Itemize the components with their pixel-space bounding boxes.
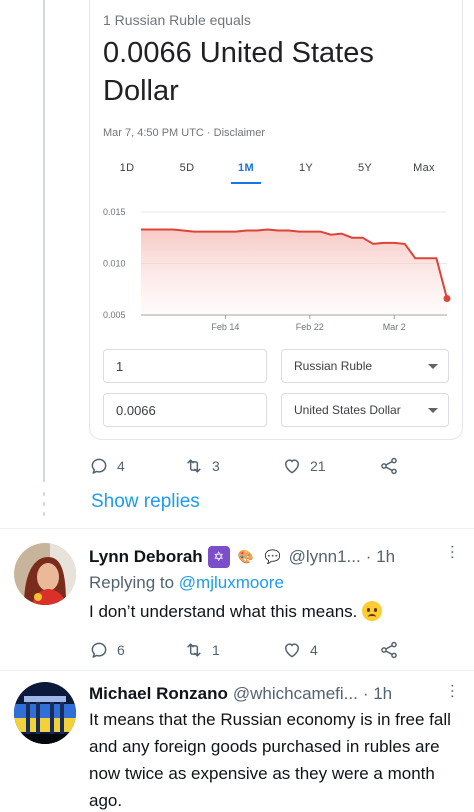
avatar-image xyxy=(14,682,76,744)
worried-face-icon xyxy=(362,601,383,621)
thread-ellipsis-connector xyxy=(41,492,47,516)
active-tab-indicator xyxy=(231,182,261,184)
tweet-divider xyxy=(0,528,474,529)
dropdown-caret-icon xyxy=(428,408,438,413)
converted-value: 0.0066 United States Dollar xyxy=(103,37,374,107)
tweet-divider xyxy=(0,670,474,671)
like-count: 4 xyxy=(310,642,318,658)
replying-to-line: Replying to @mjluxmoore xyxy=(89,573,284,593)
retweet-button[interactable]: 3 xyxy=(184,452,220,480)
series-end-point xyxy=(443,295,451,303)
reply-count: 6 xyxy=(117,642,125,658)
exchange-rate-chart: 0.015 0.010 0.005 Feb 14 Feb 22 Mar 2 xyxy=(103,207,451,332)
more-options-icon[interactable]: ··· xyxy=(444,683,461,699)
share-button[interactable] xyxy=(379,636,399,664)
x-tick-label: Feb 22 xyxy=(296,322,324,332)
tweet-time[interactable]: · 1h xyxy=(363,684,392,704)
tweet-action-bar: 6 1 4 xyxy=(89,636,409,664)
share-button[interactable] xyxy=(379,452,399,480)
avatar-image xyxy=(14,543,76,605)
retweet-count: 3 xyxy=(212,458,220,474)
series-area xyxy=(141,229,447,315)
tweet-header: Michael Ronzano @whichcamefi... · 1h xyxy=(89,684,392,704)
currency-to-select[interactable]: United States Dollar xyxy=(281,393,449,427)
replying-to-handle[interactable]: @mjluxmoore xyxy=(179,573,284,592)
y-tick-label: 0.010 xyxy=(103,259,126,269)
tweet-action-bar: 4 3 21 xyxy=(89,452,409,480)
converter-timestamp: Mar 7, 4:50 PM UTC · Disclaimer xyxy=(103,127,265,139)
reply-button[interactable]: 4 xyxy=(89,452,125,480)
reply-button[interactable]: 6 xyxy=(89,636,125,664)
tab-1m[interactable]: 1M xyxy=(238,162,254,174)
amount-from-input[interactable]: 1 xyxy=(103,349,267,383)
chart-range-tabs: 1D 5D 1M 1Y 5Y Max xyxy=(97,158,453,184)
palette-icon: 🎨 xyxy=(237,549,254,564)
reply-icon xyxy=(91,642,107,658)
tweet-time[interactable]: · 1h xyxy=(366,547,395,567)
tab-1d[interactable]: 1D xyxy=(120,162,135,174)
tab-5d[interactable]: 5D xyxy=(180,162,195,174)
like-button[interactable]: 21 xyxy=(282,452,326,480)
tweet-text-body: I don’t understand what this means. xyxy=(89,602,358,621)
amount-to-input[interactable]: 0.0066 xyxy=(103,393,267,427)
author-name[interactable]: Lynn Deborah xyxy=(89,547,203,567)
tweet-text: I don’t understand what this means. xyxy=(89,598,461,625)
avatar[interactable] xyxy=(14,682,76,744)
tweet-text: It means that the Russian economy is in … xyxy=(89,710,451,810)
tab-1y[interactable]: 1Y xyxy=(299,162,313,174)
y-tick-label: 0.015 xyxy=(103,207,126,217)
heart-icon xyxy=(285,643,299,658)
currency-to-value: United States Dollar xyxy=(294,403,401,417)
share-icon xyxy=(381,457,397,475)
more-options-icon[interactable]: ··· xyxy=(444,544,461,560)
author-handle[interactable]: @lynn1... xyxy=(289,547,361,567)
author-handle[interactable]: @whichcamefi... xyxy=(233,684,358,704)
avatar[interactable] xyxy=(14,543,76,605)
currency-from-select[interactable]: Russian Ruble xyxy=(281,349,449,383)
retweet-count: 1 xyxy=(212,642,220,658)
tweet-header: Lynn Deborah ✡ 🎨 💬 @lynn1... · 1h xyxy=(89,546,395,568)
speech-bubble-icon: 💬 xyxy=(264,549,281,564)
star-of-david-icon: ✡ xyxy=(207,546,230,568)
reply-icon xyxy=(91,458,107,474)
replying-prefix: Replying to xyxy=(89,573,179,592)
retweet-button[interactable]: 1 xyxy=(184,636,220,664)
show-replies-link[interactable]: Show replies xyxy=(91,491,200,513)
currency-from-value: Russian Ruble xyxy=(294,359,373,373)
like-button[interactable]: 4 xyxy=(282,636,318,664)
x-tick-label: Mar 2 xyxy=(383,322,406,332)
tab-max[interactable]: Max xyxy=(413,162,435,174)
dropdown-caret-icon xyxy=(428,364,438,369)
x-tick-label: Feb 14 xyxy=(211,322,239,332)
share-icon xyxy=(381,641,397,659)
author-name[interactable]: Michael Ronzano xyxy=(89,684,228,704)
reply-count: 4 xyxy=(117,458,125,474)
converter-label: 1 Russian Ruble equals xyxy=(103,12,251,28)
heart-icon xyxy=(285,459,299,474)
retweet-icon xyxy=(187,643,201,657)
like-count: 21 xyxy=(310,458,326,474)
tab-5y[interactable]: 5Y xyxy=(358,162,372,174)
retweet-icon xyxy=(187,459,201,473)
y-tick-label: 0.005 xyxy=(103,310,126,320)
thread-connector-line xyxy=(43,0,45,482)
